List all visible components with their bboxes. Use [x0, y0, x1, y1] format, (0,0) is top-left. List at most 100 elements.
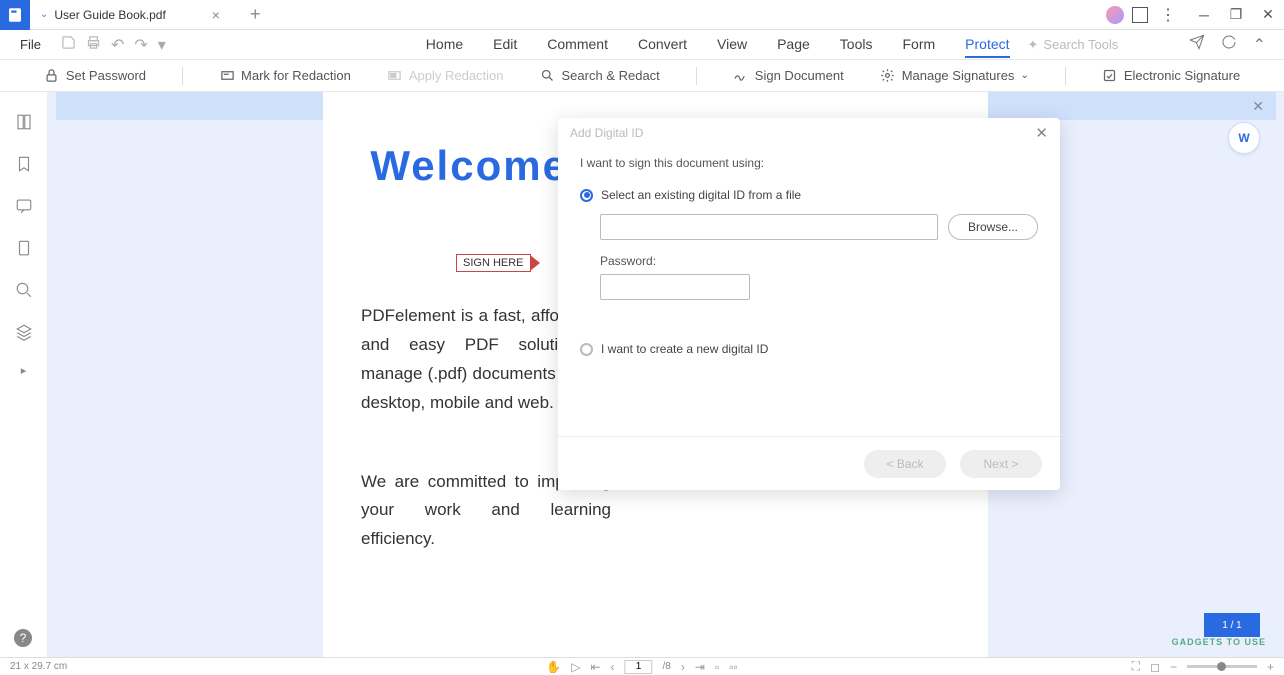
tab-convert[interactable]: Convert [638, 32, 687, 58]
two-page-icon[interactable]: ▫▫ [729, 660, 738, 674]
dialog-close-icon[interactable]: ✕ [1035, 124, 1048, 142]
select-tool-icon[interactable]: ▷ [571, 660, 580, 674]
apply-redaction-button: Apply Redaction [387, 68, 504, 84]
file-menu[interactable]: File [8, 37, 53, 52]
search-icon[interactable] [14, 280, 34, 300]
close-window-button[interactable]: ✕ [1252, 0, 1284, 30]
sync-icon[interactable] [1221, 34, 1237, 55]
statusbar: 21 x 29.7 cm ✋ ▷ ⇤ ‹ /8 › ⇥ ▫ ▫▫ ⛶ ◻ − + [0, 657, 1284, 675]
watermark-text: GADGETS TO USE [1172, 637, 1266, 647]
digital-id-path-input[interactable] [600, 214, 938, 240]
search-tools[interactable]: ✦ Search Tools [1028, 37, 1119, 53]
titlebar: ⌄ User Guide Book.pdf × + ⋮ ─ ❐ ✕ [0, 0, 1284, 30]
zoom-controls: ⛶ ◻ − + [1132, 659, 1274, 674]
tab-edit[interactable]: Edit [493, 32, 517, 58]
next-button[interactable]: Next > [960, 450, 1042, 478]
tab-protect[interactable]: Protect [965, 32, 1009, 58]
attachment-icon[interactable] [14, 238, 34, 258]
browse-button[interactable]: Browse... [948, 214, 1038, 240]
print-icon[interactable] [86, 35, 101, 55]
add-digital-id-dialog: Add Digital ID ✕ I want to sign this doc… [558, 118, 1060, 490]
page-number-input[interactable] [625, 660, 653, 674]
esign-icon [1102, 68, 1118, 84]
sparkle-icon: ✦ [1028, 37, 1039, 53]
radio-icon [580, 343, 593, 356]
search-redact-button[interactable]: Search & Redact [540, 68, 660, 84]
zoom-slider[interactable] [1187, 665, 1257, 668]
undo-icon[interactable]: ↶ [111, 35, 124, 55]
tab-close-icon[interactable]: × [212, 7, 220, 23]
layers-icon[interactable] [14, 322, 34, 342]
manage-signatures-button[interactable]: Manage Signatures ⌄ [880, 68, 1029, 84]
quick-access-toolbar: ↶ ↷ ▾ [61, 35, 166, 55]
chevron-down-icon: ⌄ [40, 9, 48, 20]
radio-icon [580, 189, 593, 202]
protect-ribbon: Set Password Mark for Redaction Apply Re… [0, 60, 1284, 92]
prev-page-icon[interactable]: ‹ [611, 660, 615, 674]
share-icon[interactable] [1132, 7, 1148, 23]
back-button[interactable]: < Back [864, 450, 946, 478]
lock-icon [44, 68, 60, 84]
word-export-icon[interactable]: W [1228, 122, 1260, 154]
minimize-button[interactable]: ─ [1188, 0, 1220, 30]
search-redact-icon [540, 68, 556, 84]
last-page-icon[interactable]: ⇥ [695, 660, 705, 674]
fit-width-icon[interactable]: ⛶ [1132, 659, 1140, 674]
main-tabs: Home Edit Comment Convert View Page Tool… [426, 32, 1010, 58]
sign-here-field[interactable]: SIGN HERE [456, 254, 531, 272]
watermark-badge: 1 / 1 [1204, 613, 1260, 637]
tab-title: User Guide Book.pdf [54, 8, 165, 22]
send-icon[interactable] [1189, 34, 1205, 55]
tab-form[interactable]: Form [902, 32, 935, 58]
tab-comment[interactable]: Comment [547, 32, 608, 58]
page-navigation: ✋ ▷ ⇤ ‹ /8 › ⇥ ▫ ▫▫ [546, 660, 737, 674]
password-label: Password: [600, 254, 1038, 268]
tab-home[interactable]: Home [426, 32, 463, 58]
zoom-in-icon[interactable]: + [1267, 660, 1274, 674]
radio-existing-id[interactable]: Select an existing digital ID from a fil… [580, 188, 1038, 202]
fit-page-icon[interactable]: ◻ [1150, 660, 1160, 674]
redact-mark-icon [219, 68, 235, 84]
radio-new-id[interactable]: I want to create a new digital ID [580, 342, 1038, 356]
page-dimensions: 21 x 29.7 cm [10, 661, 67, 672]
document-tab[interactable]: ⌄ User Guide Book.pdf × [30, 0, 230, 30]
chevron-down-icon: ⌄ [1020, 70, 1028, 81]
first-page-icon[interactable]: ⇤ [590, 660, 600, 674]
zoom-out-icon[interactable]: − [1170, 660, 1177, 674]
collapse-ribbon-icon[interactable]: ⌃ [1253, 35, 1266, 55]
maximize-button[interactable]: ❐ [1220, 0, 1252, 30]
menubar: File ↶ ↷ ▾ Home Edit Comment Convert Vie… [0, 30, 1284, 60]
sign-document-button[interactable]: Sign Document [733, 68, 844, 84]
qat-dropdown-icon[interactable]: ▾ [158, 35, 166, 55]
page-total: /8 [663, 661, 671, 672]
dialog-title: Add Digital ID [570, 126, 643, 140]
search-tools-placeholder: Search Tools [1043, 37, 1118, 52]
signature-icon [733, 68, 749, 84]
redact-apply-icon [387, 68, 403, 84]
expand-sidebar-icon[interactable]: ▸ [21, 364, 27, 377]
app-logo-icon[interactable] [0, 0, 30, 30]
bookmark-icon[interactable] [14, 154, 34, 174]
hand-tool-icon[interactable]: ✋ [546, 660, 561, 674]
new-tab-button[interactable]: + [250, 4, 261, 25]
save-icon[interactable] [61, 35, 76, 55]
tab-view[interactable]: View [717, 32, 747, 58]
electronic-signature-button[interactable]: Electronic Signature [1102, 68, 1240, 84]
single-page-icon[interactable]: ▫ [715, 660, 719, 674]
redo-icon[interactable]: ↷ [134, 35, 147, 55]
comment-icon[interactable] [14, 196, 34, 216]
tab-page[interactable]: Page [777, 32, 810, 58]
thumbnails-icon[interactable] [14, 112, 34, 132]
user-avatar-icon[interactable] [1106, 6, 1124, 24]
dialog-intro-text: I want to sign this document using: [580, 156, 1038, 170]
infobar-close-icon[interactable]: ✕ [1252, 98, 1264, 115]
mark-redaction-button[interactable]: Mark for Redaction [219, 68, 351, 84]
tab-tools[interactable]: Tools [840, 32, 873, 58]
help-icon[interactable]: ? [14, 629, 32, 647]
left-sidebar: ▸ [0, 92, 48, 657]
password-input[interactable] [600, 274, 750, 300]
next-page-icon[interactable]: › [681, 660, 685, 674]
more-menu-icon[interactable]: ⋮ [1160, 5, 1176, 25]
gear-icon [880, 68, 896, 84]
set-password-button[interactable]: Set Password [44, 68, 146, 84]
